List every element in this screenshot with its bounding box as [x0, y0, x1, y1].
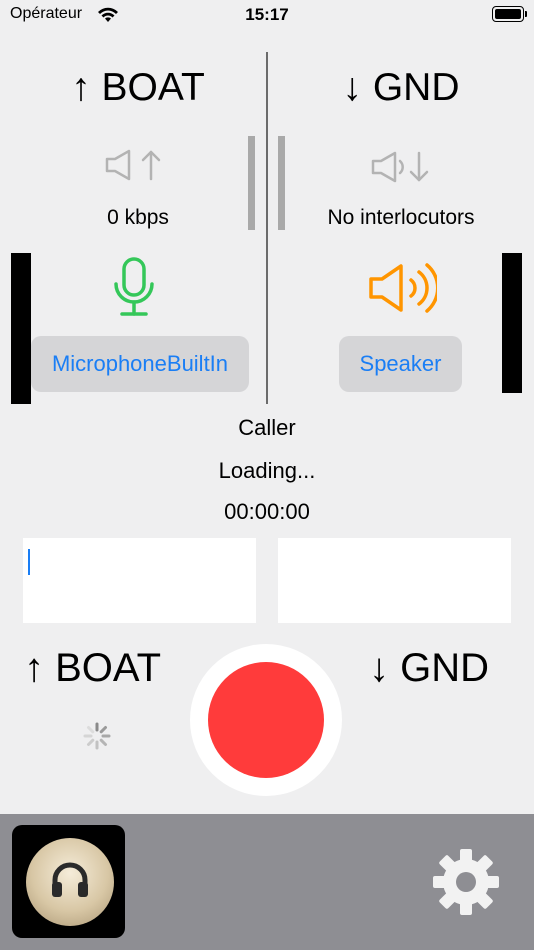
battery-icon [492, 6, 527, 22]
bottom-gnd-label: ↓ GND [369, 646, 489, 690]
bottom-boat-label: ↑ BOAT [24, 646, 162, 690]
gnd-title: ↓ GND [342, 66, 460, 109]
gnd-text-field[interactable] [278, 538, 511, 623]
microphone-icon[interactable] [112, 256, 156, 318]
speaker-down-icon [371, 151, 429, 183]
call-role: Caller [238, 415, 296, 440]
boat-text-field[interactable] [23, 538, 256, 623]
speaker-icon[interactable] [367, 262, 437, 314]
speaker-output-button[interactable]: Speaker [339, 336, 462, 392]
text-cursor [28, 549, 30, 575]
status-time: 15:17 [245, 5, 289, 24]
settings-gear-icon[interactable] [430, 846, 502, 918]
call-duration: 00:00:00 [224, 499, 310, 524]
call-state: Loading... [218, 458, 316, 483]
boat-meter-bar [11, 253, 31, 404]
headphones-icon [52, 862, 88, 897]
activity-spinner-icon [83, 722, 111, 750]
speaker-up-icon [105, 149, 161, 181]
record-indicator[interactable] [208, 662, 324, 778]
boat-title: ↑ BOAT [71, 66, 205, 109]
microphone-input-button[interactable]: MicrophoneBuiltIn [31, 336, 249, 392]
boat-bitrate: 0 kbps [107, 206, 169, 229]
gnd-meter-bar [502, 253, 522, 393]
gnd-status: No interlocutors [327, 206, 475, 229]
